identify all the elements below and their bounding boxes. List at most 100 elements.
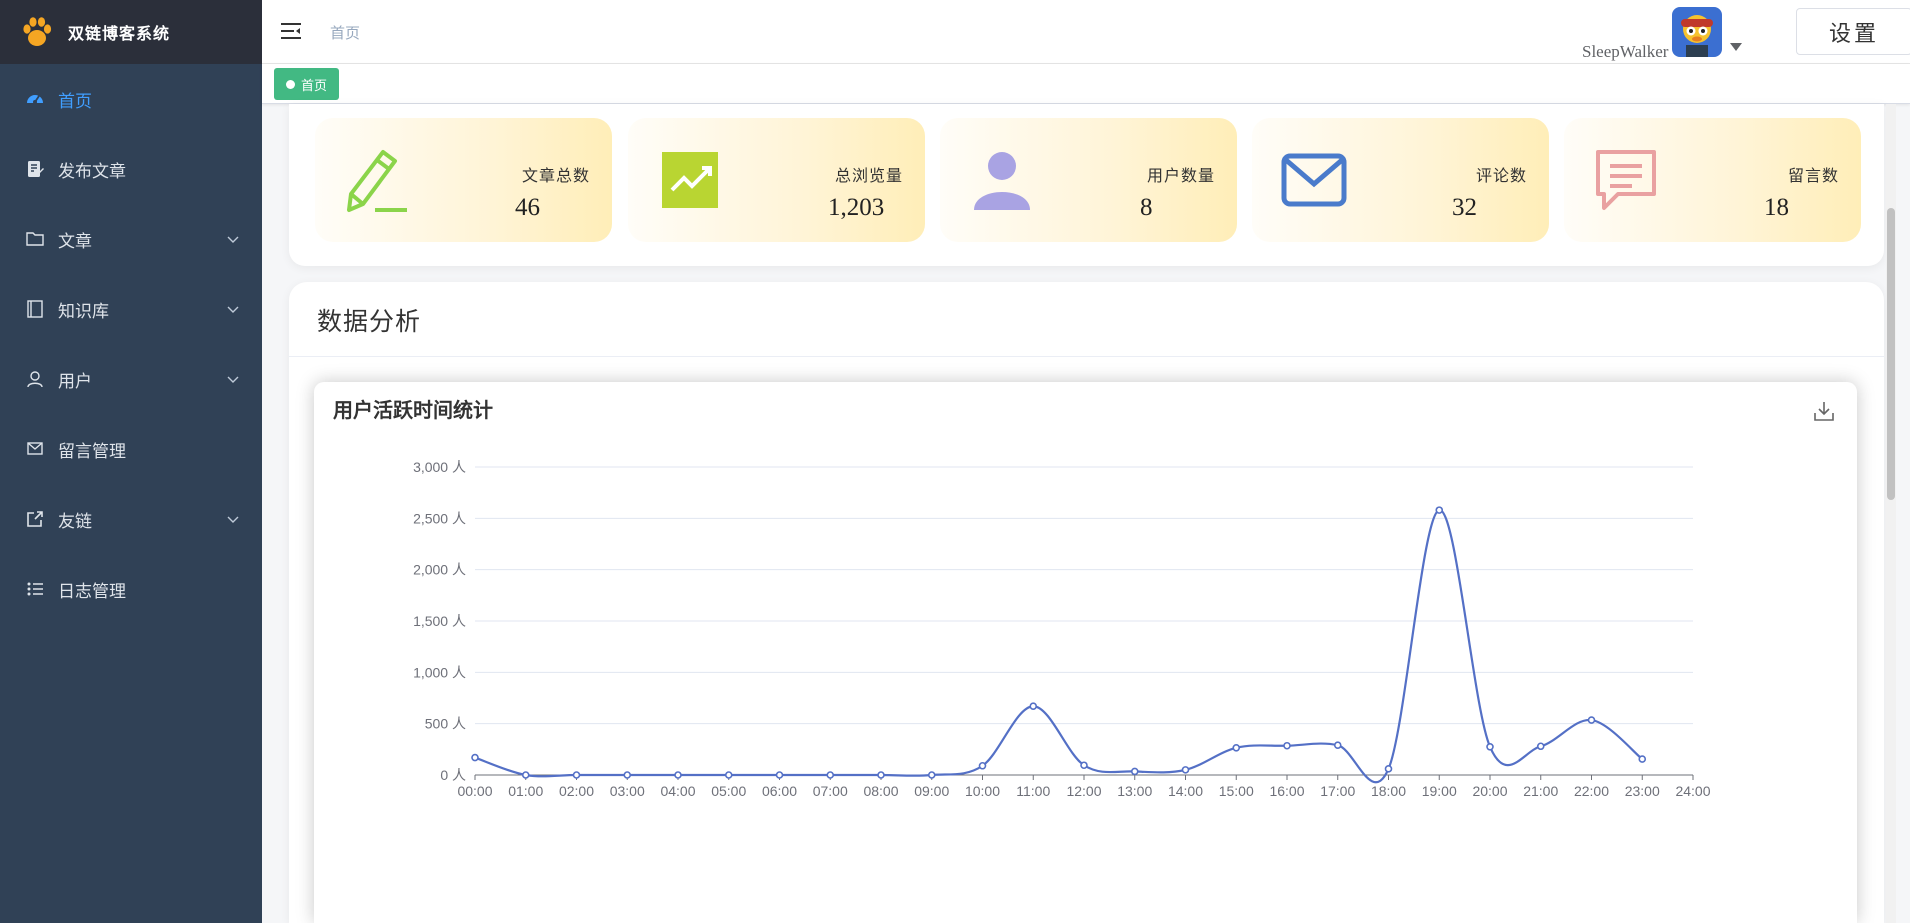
x-tick-label: 06:00: [762, 783, 797, 799]
y-tick-label: 3,000 人: [413, 459, 466, 475]
analysis-card: 数据分析 0 人 500 人 1,000 人 1,500 人 2,000 人 2,500 …: [289, 282, 1884, 923]
data-point: [1587, 716, 1596, 724]
analysis-title: 数据分析: [317, 307, 422, 336]
sidebar-item-5[interactable]: 留言管理: [0, 414, 262, 484]
breadcrumb[interactable]: 首页: [330, 22, 360, 43]
sidebar-item-3[interactable]: 知识库: [0, 274, 262, 344]
data-point: [1638, 755, 1647, 763]
y-tick-label: 0 人: [440, 767, 466, 783]
stat-card-3[interactable]: 评论数 32: [1252, 118, 1549, 242]
stat-value: 46: [515, 194, 540, 221]
data-point: [1181, 766, 1190, 774]
avatar[interactable]: [1672, 7, 1722, 57]
paw-logo-icon: [23, 17, 52, 46]
x-tick-label: 18:00: [1371, 783, 1406, 799]
x-tick-label: 03:00: [610, 783, 645, 799]
x-tick-label: 13:00: [1117, 783, 1152, 799]
stat-card-2[interactable]: 用户数量 8: [940, 118, 1237, 242]
user-icon: [24, 368, 46, 390]
data-point: [877, 771, 885, 779]
x-tick-label: 11:00: [1016, 783, 1050, 799]
sidebar-item-label: 首页: [58, 91, 92, 112]
stat-card-4[interactable]: 留言数 18: [1564, 118, 1861, 242]
sidebar-item-4[interactable]: 用户: [0, 344, 262, 414]
chevron-down-icon: [227, 236, 239, 243]
stat-label: 用户数量: [1146, 166, 1215, 185]
chart-title: 用户活跃时间统计: [333, 398, 493, 422]
stat-card-1[interactable]: 总浏览量 1,203: [628, 118, 925, 242]
x-tick-label: 19:00: [1422, 783, 1457, 799]
y-tick-label: 2,500 人: [413, 510, 466, 526]
x-tick-label: 14:00: [1168, 783, 1203, 799]
data-point: [1486, 742, 1494, 751]
stat-value: 8: [1140, 194, 1153, 221]
data-point: [572, 771, 581, 779]
username[interactable]: SleepWalker: [1582, 42, 1668, 62]
activity-line-chart: 0 人 500 人 1,000 人 1,500 人 2,000 人 2,500 人 3,00…: [413, 459, 1711, 799]
x-tick-label: 07:00: [813, 783, 848, 799]
settings-button[interactable]: 设置: [1796, 8, 1910, 55]
scrollbar-thumb[interactable]: [1887, 208, 1895, 500]
divider: [289, 356, 1884, 357]
data-point: [775, 771, 784, 779]
message-icon: [1592, 146, 1660, 214]
y-tick-label: 1,000 人: [413, 664, 466, 680]
x-tick-label: 23:00: [1625, 783, 1660, 799]
sidebar-item-0[interactable]: 首页: [0, 64, 262, 134]
tags-view: 首页: [262, 64, 1910, 104]
download-icon[interactable]: [1813, 400, 1835, 422]
x-tick-label: 22:00: [1574, 783, 1609, 799]
chevron-down-icon: [227, 376, 239, 383]
caret-down-icon[interactable]: [1730, 42, 1742, 52]
sidebar: 双链博客系统 首页发布文章文章知识库 用户 留言管理友链日志管理: [0, 0, 262, 923]
external-link-icon: [24, 508, 46, 530]
envelope-icon: [1280, 146, 1348, 214]
x-tick-label: 05:00: [711, 783, 746, 799]
sidebar-item-label: 友链: [58, 511, 92, 532]
chart-panel: 0 人 500 人 1,000 人 1,500 人 2,000 人 2,500 人 3,00…: [314, 382, 1857, 923]
series-line: [474, 509, 1643, 784]
x-tick-label: 15:00: [1219, 783, 1254, 799]
data-point: [623, 771, 632, 779]
sidebar-item-7[interactable]: 日志管理: [0, 554, 262, 624]
stat-value: 18: [1764, 194, 1789, 221]
x-tick-label: 10:00: [965, 783, 1000, 799]
x-tick-label: 24:00: [1675, 783, 1710, 799]
hamburger-icon[interactable]: [280, 20, 302, 42]
sidebar-item-6[interactable]: 友链: [0, 484, 262, 554]
notebook-icon: [24, 298, 46, 320]
top-navbar: 首页 SleepWalker 设置: [262, 0, 1910, 64]
stat-value: 1,203: [828, 194, 885, 221]
pencil-icon: [343, 146, 411, 214]
sidebar-item-1[interactable]: 发布文章: [0, 134, 262, 204]
data-point: [1435, 506, 1444, 514]
tag-home[interactable]: 首页: [274, 68, 340, 100]
sidebar-item-label: 文章: [58, 231, 92, 252]
x-tick-label: 17:00: [1320, 783, 1355, 799]
x-tick-label: 20:00: [1472, 783, 1507, 799]
data-point: [1130, 767, 1139, 776]
data-point: [927, 771, 936, 779]
stat-value: 32: [1452, 194, 1477, 221]
sidebar-item-2[interactable]: 文章: [0, 204, 262, 274]
sidebar-menu: 首页发布文章文章知识库 用户 留言管理友链日志管理: [0, 64, 262, 624]
data-point: [978, 761, 987, 770]
chevron-down-icon: [227, 516, 239, 523]
stat-card-0[interactable]: 文章总数 46: [315, 118, 612, 242]
chevron-down-icon: [227, 306, 239, 313]
brand[interactable]: 双链博客系统: [0, 0, 262, 64]
mail-icon: [24, 438, 46, 460]
x-tick-label: 12:00: [1066, 783, 1101, 799]
data-point: [471, 753, 479, 762]
stat-label: 留言数: [1787, 166, 1839, 185]
data-point: [1283, 741, 1291, 750]
stat-label: 文章总数: [521, 166, 590, 185]
edit-doc-icon: [24, 158, 46, 180]
dashboard-icon: [24, 88, 46, 110]
sidebar-item-label: 发布文章: [58, 161, 126, 182]
x-tick-label: 16:00: [1269, 783, 1304, 799]
x-tick-label: 01:00: [508, 783, 543, 799]
avatar-image-icon: [1672, 7, 1722, 57]
folder-icon: [24, 228, 46, 250]
x-tick-label: 09:00: [914, 783, 949, 799]
